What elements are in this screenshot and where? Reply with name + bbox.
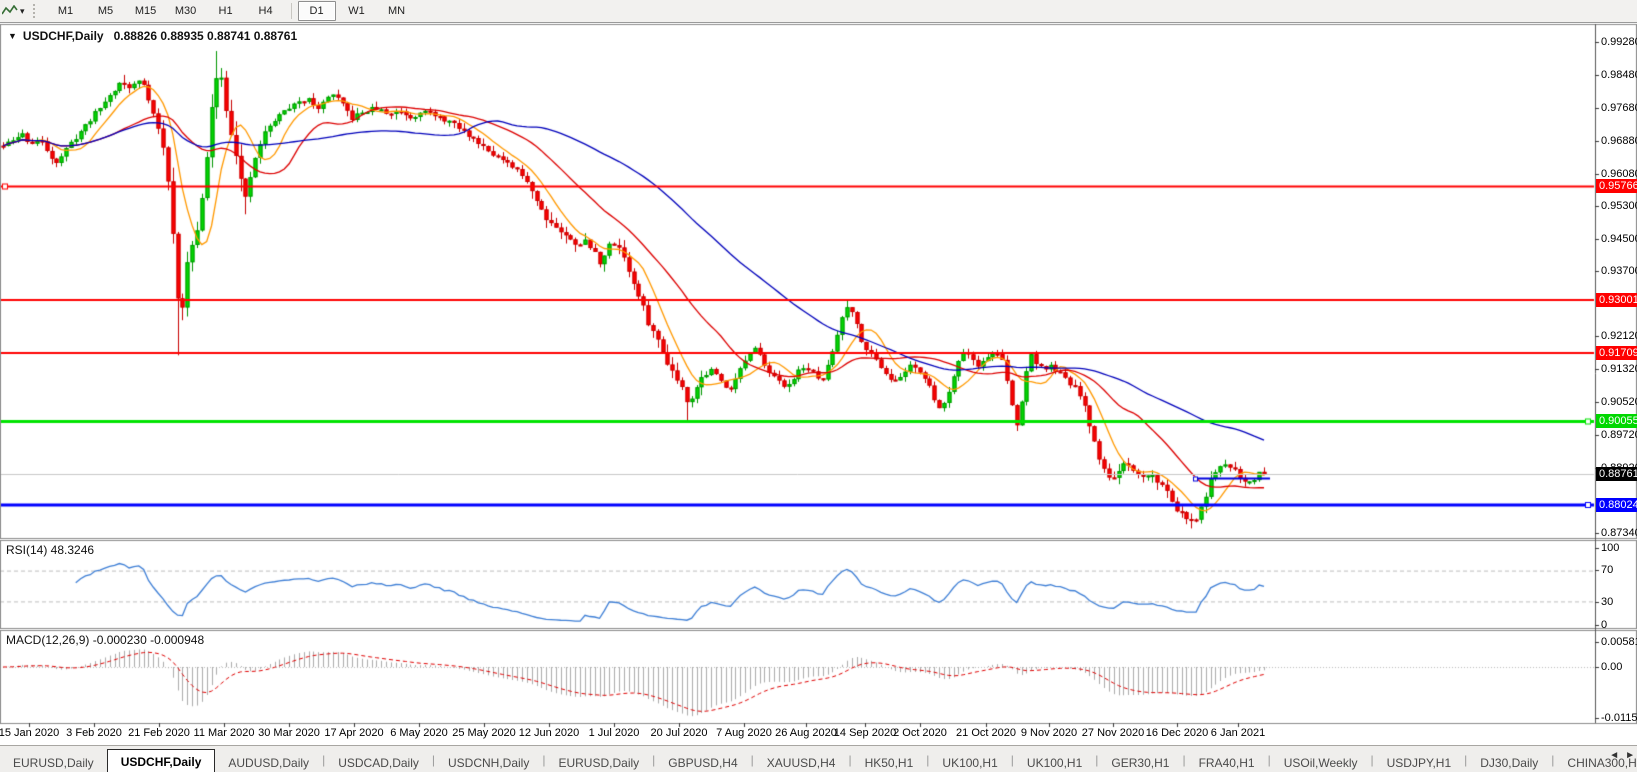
chart-tab-gbpusd-h4[interactable]: GBPUSD,H4 <box>655 752 750 772</box>
price-axis-label: 0.97680 <box>1601 102 1637 114</box>
date-axis-label: 16 Dec 2020 <box>1145 727 1209 739</box>
price-marker-resistance-line: 0.91709 <box>1596 346 1637 360</box>
chart-tab-usoil-weekly[interactable]: USOil,Weekly <box>1271 752 1371 772</box>
date-axis-label: 6 Jan 2021 <box>1210 727 1266 739</box>
chart-ohlc-values: 0.88826 0.88935 0.88741 0.88761 <box>113 29 298 43</box>
chart-window: ▼ USDCHF,Daily 0.88826 0.88935 0.88741 0… <box>0 23 1637 745</box>
price-axis-label: 0.99280 <box>1601 36 1637 48</box>
price-axis-label: 0.98480 <box>1601 69 1637 81</box>
collapse-triangle-icon[interactable]: ▼ <box>8 31 17 41</box>
price-axis-label: 0.89720 <box>1601 429 1637 441</box>
tab-scroll-buttons: ◄ ► <box>1609 750 1635 761</box>
date-axis-label: 7 Aug 2020 <box>716 727 772 739</box>
chart-tab-eurusd-daily[interactable]: EURUSD,Daily <box>545 752 652 772</box>
chart-tab-usdcnh-daily[interactable]: USDCNH,Daily <box>435 752 542 772</box>
date-axis-label: 6 May 2020 <box>390 727 448 739</box>
timeframe-button-d1[interactable]: D1 <box>297 1 336 21</box>
chart-tab-eurusd-daily[interactable]: EURUSD,Daily <box>0 752 107 772</box>
date-axis-label: 17 Apr 2020 <box>324 727 384 739</box>
chart-tab-audusd-daily[interactable]: AUDUSD,Daily <box>215 752 322 772</box>
rsi-axis-label: 100 <box>1601 542 1620 554</box>
macd-axis-label: 0.00 <box>1601 661 1623 673</box>
chart-canvas[interactable] <box>0 23 1637 733</box>
price-axis-label: 0.91320 <box>1601 363 1637 375</box>
date-axis-label: 2 Oct 2020 <box>893 727 947 739</box>
chart-tab-uk100-h1[interactable]: UK100,H1 <box>929 752 1010 772</box>
chart-symbol: USDCHF,Daily <box>22 29 104 43</box>
mt4-terminal: ▾ M1 M5 M15 M30 H1 H4 D1 W1 MN ▼ USDCHF,Daily 0.… <box>0 0 1637 772</box>
date-axis-label: 1 Jul 2020 <box>588 727 640 739</box>
timeframe-button-m15[interactable]: M15 <box>127 1 165 21</box>
date-axis-label: 3 Feb 2020 <box>66 727 122 739</box>
price-marker-support-line: 0.90055 <box>1596 414 1637 428</box>
macd-axis-label: 0.005818 <box>1601 636 1637 648</box>
chart-tab-xauusd-h4[interactable]: XAUUSD,H4 <box>754 752 849 772</box>
price-marker-current-price: 0.88761 <box>1596 467 1637 481</box>
rsi-axis-label: 0 <box>1601 619 1608 631</box>
price-axis-label: 0.90520 <box>1601 396 1637 408</box>
date-axis-label: 12 Jun 2020 <box>518 727 580 739</box>
timeframe-button-m1[interactable]: M1 <box>47 1 85 21</box>
date-axis-label: 26 Aug 2020 <box>775 727 837 739</box>
date-axis-label: 14 Sep 2020 <box>833 727 897 739</box>
date-axis-label: 15 Jan 2020 <box>0 727 60 739</box>
chart-tab-bar: EURUSD,Daily USDCHF,Daily AUDUSD,Daily | USD… <box>0 745 1637 772</box>
date-axis-label: 11 Mar 2020 <box>193 727 255 739</box>
price-axis-label: 0.95300 <box>1601 200 1637 212</box>
timeframe-button-mn[interactable]: MN <box>378 1 416 21</box>
toolbar-grip[interactable] <box>32 4 38 18</box>
timeframe-button-h4[interactable]: H4 <box>247 1 285 21</box>
price-axis-label: 0.94500 <box>1601 233 1637 245</box>
date-axis-label: 9 Nov 2020 <box>1020 727 1078 739</box>
chart-tab-usdcad-daily[interactable]: USDCAD,Daily <box>325 752 432 772</box>
macd-axis-label: -0.011514 <box>1601 712 1637 724</box>
macd-indicator-label: MACD(12,26,9) -0.000230 -0.000948 <box>6 633 205 647</box>
rsi-axis-label: 30 <box>1601 596 1614 608</box>
price-axis-label: 0.96880 <box>1601 135 1637 147</box>
chart-tab-uk100-h1[interactable]: UK100,H1 <box>1014 752 1095 772</box>
chart-tab-usdchf-daily[interactable]: USDCHF,Daily <box>106 749 216 772</box>
date-axis-label: 25 May 2020 <box>452 727 516 739</box>
timeframe-toolbar: ▾ M1 M5 M15 M30 H1 H4 D1 W1 MN <box>0 0 1637 23</box>
chevron-down-icon[interactable]: ▾ <box>20 6 25 17</box>
price-axis-label: 0.92120 <box>1601 330 1637 342</box>
date-axis-label: 27 Nov 2020 <box>1081 727 1145 739</box>
chart-ohlc-line: ▼ USDCHF,Daily 0.88826 0.88935 0.88741 0… <box>8 29 297 43</box>
timeframe-button-w1[interactable]: W1 <box>338 1 376 21</box>
line-chart-icon[interactable] <box>0 2 20 20</box>
price-axis-label: 0.93700 <box>1601 265 1637 277</box>
chart-tab-fra40-h1[interactable]: FRA40,H1 <box>1186 752 1268 772</box>
date-axis-label: 30 Mar 2020 <box>258 727 320 739</box>
timeframe-button-m30[interactable]: M30 <box>167 1 205 21</box>
toolbar-separator <box>290 3 292 19</box>
chart-tab-dj30-daily[interactable]: DJ30,Daily <box>1467 752 1551 772</box>
date-axis-label: 20 Jul 2020 <box>650 727 708 739</box>
price-axis-label: 0.87340 <box>1601 527 1637 539</box>
chart-tab-hk50-h1[interactable]: HK50,H1 <box>852 752 927 772</box>
date-axis-label: 21 Feb 2020 <box>128 727 190 739</box>
rsi-indicator-label: RSI(14) 48.3246 <box>6 543 95 557</box>
price-marker-resistance-line: 0.95766 <box>1596 179 1637 193</box>
timeframe-button-m5[interactable]: M5 <box>87 1 125 21</box>
timeframe-button-h1[interactable]: H1 <box>207 1 245 21</box>
chart-tab-usdjpy-h1[interactable]: USDJPY,H1 <box>1374 752 1464 772</box>
price-marker-resistance-line: 0.93001 <box>1596 293 1637 307</box>
price-marker-support-line: 0.88024 <box>1596 498 1637 512</box>
chart-tab-ger30-h1[interactable]: GER30,H1 <box>1098 752 1182 772</box>
scroll-left-icon[interactable]: ◄ <box>1609 750 1619 761</box>
scroll-right-icon[interactable]: ► <box>1625 750 1635 761</box>
rsi-axis-label: 70 <box>1601 564 1614 576</box>
date-axis-label: 21 Oct 2020 <box>956 727 1016 739</box>
